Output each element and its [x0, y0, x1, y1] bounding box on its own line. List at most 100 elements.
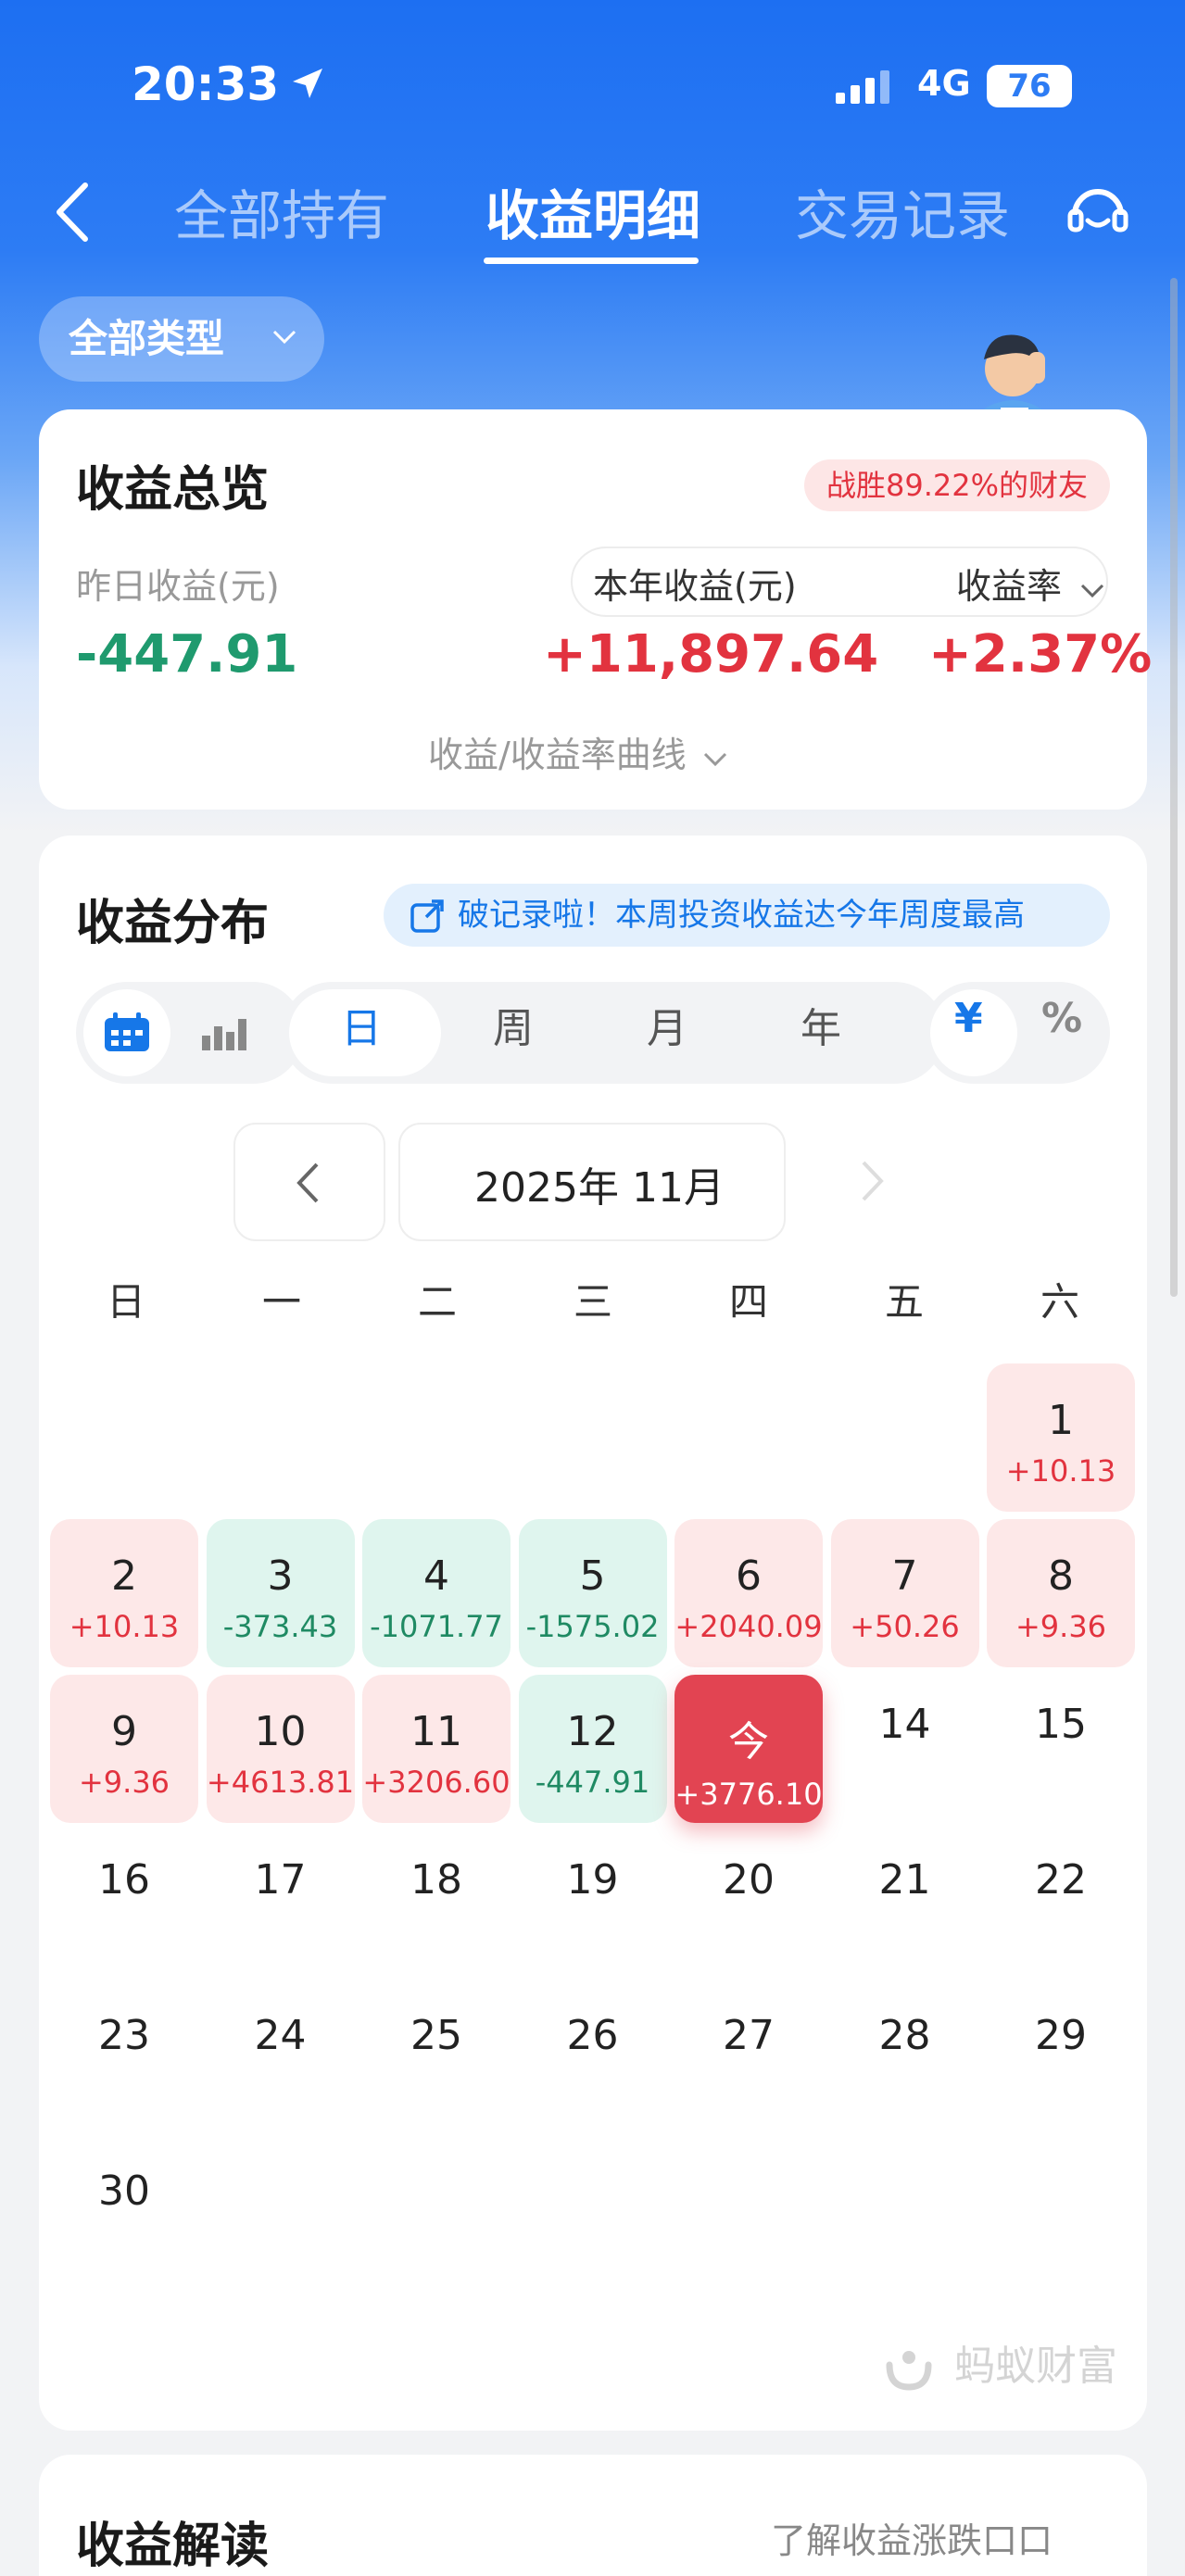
calendar-day[interactable]: 28: [831, 1986, 979, 2134]
tab-profit-detail[interactable]: 收益明细: [485, 172, 700, 250]
day-number: 29: [1035, 2012, 1087, 2059]
calendar-day[interactable]: 7 +50.26: [830, 1519, 979, 1667]
calendar-icon: [105, 1012, 149, 1051]
day-number: 26: [566, 2012, 619, 2059]
type-filter-label: 全部类型: [69, 316, 225, 361]
curve-toggle[interactable]: 收益/收益率曲线: [428, 726, 727, 777]
year-label: 本年收益(元): [593, 566, 797, 607]
record-banner[interactable]: 破记录啦！本周投资收益达今年周度最高: [384, 884, 1110, 947]
scrollbar[interactable]: [1170, 278, 1178, 1297]
calendar-day[interactable]: 18: [362, 1830, 511, 1979]
day-number: 8: [1048, 1552, 1074, 1600]
day-profit: -1071.77: [370, 1609, 503, 1644]
calendar-day[interactable]: 16: [50, 1830, 198, 1979]
day-profit: +3776.10: [674, 1777, 823, 1812]
period-day-label: 日: [341, 1005, 382, 1052]
tab-all-holdings[interactable]: 全部持有: [174, 172, 389, 250]
day-number: 4: [423, 1552, 449, 1600]
day-number: 18: [410, 1856, 462, 1904]
weekday-sat: 六: [1040, 1279, 1079, 1325]
view-toggle: [76, 982, 304, 1084]
day-profit: -447.91: [535, 1765, 650, 1800]
calendar-day[interactable]: 2 +10.13: [50, 1519, 198, 1667]
tab-transactions[interactable]: 交易记录: [795, 172, 1010, 250]
calendar-day[interactable]: 27: [674, 1986, 823, 2134]
day-profit: +9.36: [1015, 1609, 1107, 1644]
calendar-day[interactable]: 5 -1575.02: [518, 1519, 667, 1667]
calendar-day[interactable]: 23: [50, 1986, 198, 2134]
day-profit: -373.43: [222, 1609, 338, 1644]
unit-percent-button[interactable]: %: [1041, 995, 1082, 1042]
calendar-day[interactable]: 6 +2040.09: [674, 1519, 823, 1667]
status-time: 20:33: [132, 57, 280, 111]
day-number: 20: [723, 1856, 775, 1904]
day-profit: +10.13: [1005, 1453, 1116, 1489]
prev-month-button[interactable]: [233, 1123, 385, 1241]
period-month-button[interactable]: 月: [647, 995, 687, 1054]
calendar-day[interactable]: 17: [207, 1830, 355, 1979]
day-number: 5: [579, 1552, 606, 1600]
calendar-day[interactable]: 3 -373.43: [206, 1519, 355, 1667]
back-arrow-icon[interactable]: [54, 182, 91, 243]
calendar-day[interactable]: 15: [987, 1675, 1135, 1823]
watermark-text: 蚂蚁财富: [954, 2343, 1117, 2390]
interpretation-link[interactable]: 了解收益涨跌口口: [771, 2512, 1053, 2563]
overview-card: 收益总览 战胜89.22%的财友 昨日收益(元) -447.91 本年收益(元)…: [39, 409, 1152, 810]
day-profit: +9.36: [78, 1765, 170, 1800]
rate-label: 收益率: [956, 566, 1063, 607]
yesterday-value: -447.91: [76, 624, 298, 685]
calendar-view-button[interactable]: [83, 989, 170, 1076]
calendar-day[interactable]: 8 +9.36: [987, 1519, 1135, 1667]
day-number: 今: [728, 1718, 769, 1766]
weekday-tue: 二: [417, 1279, 457, 1325]
customer-service-icon[interactable]: [1065, 178, 1130, 243]
day-number: 27: [723, 2012, 775, 2059]
location-arrow-icon: [293, 69, 322, 98]
day-number: 22: [1035, 1856, 1087, 1904]
day-number: 12: [566, 1708, 619, 1755]
calendar-day[interactable]: 26: [519, 1986, 667, 2134]
calendar-day[interactable]: 9 +9.36: [50, 1675, 198, 1823]
calendar-day-today[interactable]: 今 +3776.10: [674, 1675, 823, 1823]
bar-view-button[interactable]: [178, 989, 271, 1076]
day-number: 14: [878, 1701, 931, 1748]
calendar-day[interactable]: 14: [831, 1675, 979, 1823]
brand-watermark: 蚂蚁财富: [882, 2332, 1117, 2392]
calendar-day[interactable]: 22: [987, 1830, 1135, 1979]
distribution-card: 收益分布 破记录啦！本周投资收益达今年周度最高 日 周 月 年 ¥ % 2025…: [39, 836, 1147, 2431]
curve-label: 收益/收益率曲线: [428, 735, 687, 775]
chevron-down-icon: [703, 752, 726, 767]
calendar-day[interactable]: 25: [362, 1986, 511, 2134]
calendar-day[interactable]: 24: [207, 1986, 355, 2134]
calendar-day[interactable]: 10 +4613.81: [206, 1675, 355, 1823]
calendar-day[interactable]: 30: [50, 2142, 198, 2290]
banner-text: 破记录啦！本周投资收益达今年周度最高: [458, 897, 1025, 934]
calendar-day[interactable]: 29: [987, 1986, 1135, 2134]
calendar-day[interactable]: 11 +3206.60: [362, 1675, 511, 1823]
weekday-sun: 日: [106, 1279, 145, 1325]
type-filter-dropdown[interactable]: 全部类型: [39, 296, 324, 382]
calendar-day[interactable]: 4 -1071.77: [362, 1519, 511, 1667]
calendar-day[interactable]: 1 +10.13: [987, 1363, 1135, 1512]
day-number: 9: [111, 1708, 137, 1755]
signal-icon: [836, 70, 889, 104]
month-label: 2025年 11月: [474, 1164, 725, 1212]
calendar-day[interactable]: 12 -447.91: [518, 1675, 667, 1823]
calendar-day[interactable]: 21: [831, 1830, 979, 1979]
day-number: 25: [410, 2012, 462, 2059]
weekday-thu: 四: [728, 1279, 768, 1325]
day-number: 7: [891, 1552, 918, 1600]
period-week-button[interactable]: 周: [493, 995, 534, 1054]
day-number: 15: [1035, 1701, 1087, 1748]
weekday-wed: 三: [573, 1279, 612, 1325]
period-year-button[interactable]: 年: [801, 995, 841, 1054]
bar-chart-icon: [202, 1019, 246, 1050]
calendar-day[interactable]: 20: [674, 1830, 823, 1979]
calendar-day[interactable]: 19: [519, 1830, 667, 1979]
chevron-right-icon: [862, 1161, 884, 1201]
ant-logo-icon: [886, 2351, 932, 2391]
rate-value: +2.37%: [928, 624, 1153, 685]
day-profit: +10.13: [69, 1609, 180, 1644]
unit-yuan-label: ¥: [954, 995, 983, 1042]
rate-selector[interactable]: 收益率: [956, 558, 1104, 609]
